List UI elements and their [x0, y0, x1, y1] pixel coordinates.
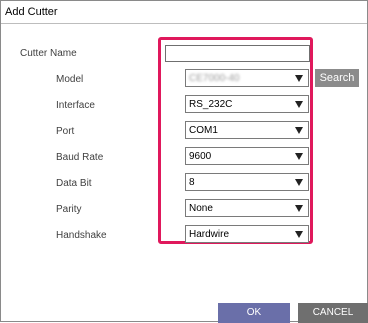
interface-label: Interface: [56, 100, 95, 111]
baud-rate-select[interactable]: 9600: [185, 147, 309, 165]
data-bit-value: 8: [189, 177, 195, 188]
port-select[interactable]: COM1: [185, 121, 309, 139]
chevron-down-icon: [295, 179, 303, 186]
parity-select[interactable]: None: [185, 199, 309, 217]
chevron-down-icon: [295, 101, 303, 108]
cutter-name-label: Cutter Name: [20, 48, 77, 59]
port-label: Port: [56, 126, 75, 137]
chevron-down-icon: [295, 231, 303, 238]
parity-value: None: [189, 203, 213, 214]
add-cutter-dialog: Add Cutter Cutter Name Model Interface P…: [0, 0, 368, 323]
title-bar: Add Cutter: [1, 1, 367, 24]
chevron-down-icon: [295, 75, 303, 82]
ok-button[interactable]: OK: [218, 303, 290, 323]
baud-rate-label: Baud Rate: [56, 152, 104, 163]
parity-label: Parity: [56, 204, 82, 215]
handshake-label: Handshake: [56, 230, 107, 241]
chevron-down-icon: [295, 205, 303, 212]
chevron-down-icon: [295, 127, 303, 134]
data-bit-label: Data Bit: [56, 178, 92, 189]
interface-select[interactable]: RS_232C: [185, 95, 309, 113]
baud-rate-value: 9600: [189, 151, 212, 162]
search-button[interactable]: Search: [315, 69, 359, 87]
handshake-value: Hardwire: [189, 229, 230, 240]
port-value: COM1: [189, 125, 218, 136]
interface-value: RS_232C: [189, 99, 233, 110]
model-select[interactable]: CE7000-40: [185, 69, 309, 87]
cutter-name-input[interactable]: [165, 45, 310, 62]
chevron-down-icon: [295, 153, 303, 160]
data-bit-select[interactable]: 8: [185, 173, 309, 191]
window-title: Add Cutter: [5, 6, 58, 18]
handshake-select[interactable]: Hardwire: [185, 225, 309, 243]
model-label: Model: [56, 74, 84, 85]
cancel-button[interactable]: CANCEL: [298, 303, 368, 323]
model-value: CE7000-40: [189, 73, 240, 84]
